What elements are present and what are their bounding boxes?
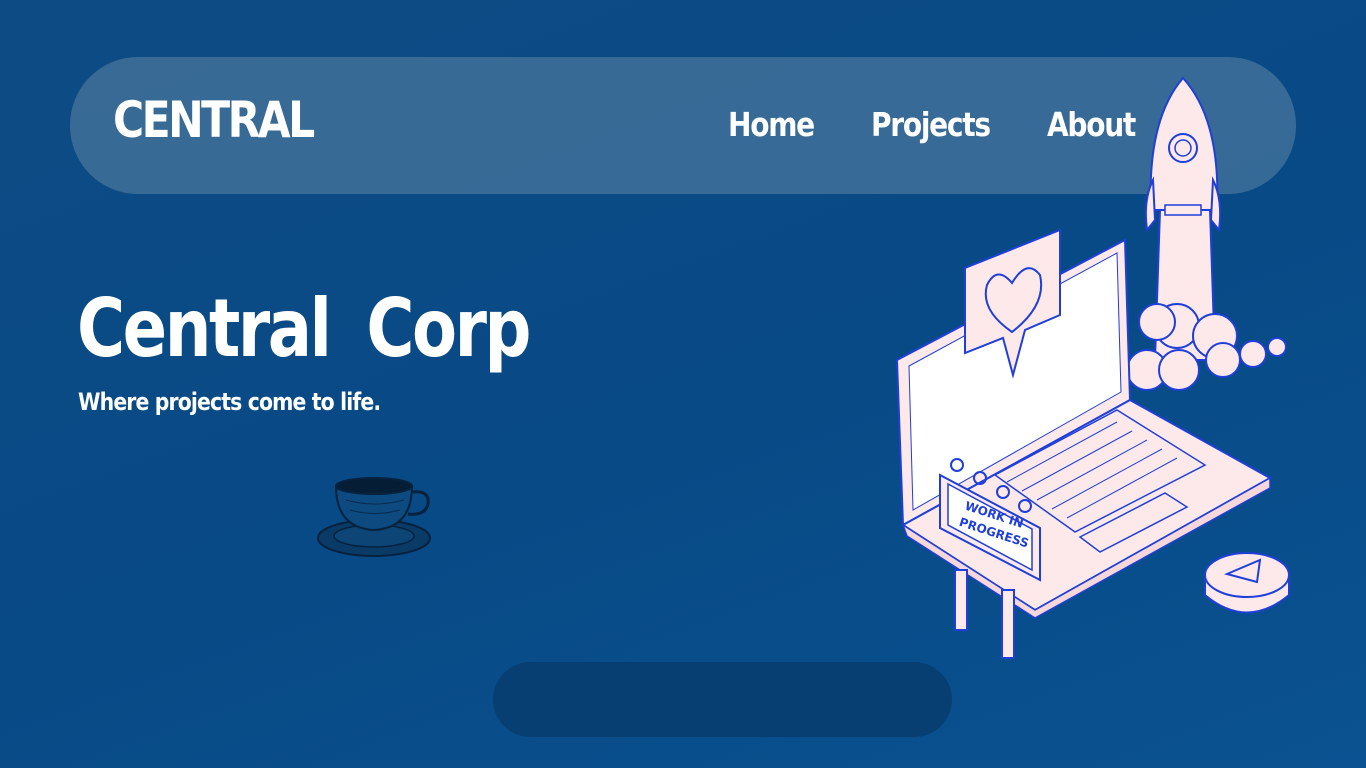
work-in-progress-illustration: WORK IN PROGRESS <box>895 76 1290 659</box>
nav-link-home[interactable]: Home <box>728 105 830 144</box>
cloud-smoke <box>1126 303 1287 391</box>
play-button-icon <box>1204 552 1290 614</box>
hero-subtitle: Where projects come to life. <box>78 388 381 416</box>
coffee-cup-icon <box>317 477 431 557</box>
brand-logo[interactable]: CENTRAL <box>113 91 315 149</box>
bottom-pill <box>493 662 952 737</box>
hero-title: Central Corp <box>77 282 531 375</box>
